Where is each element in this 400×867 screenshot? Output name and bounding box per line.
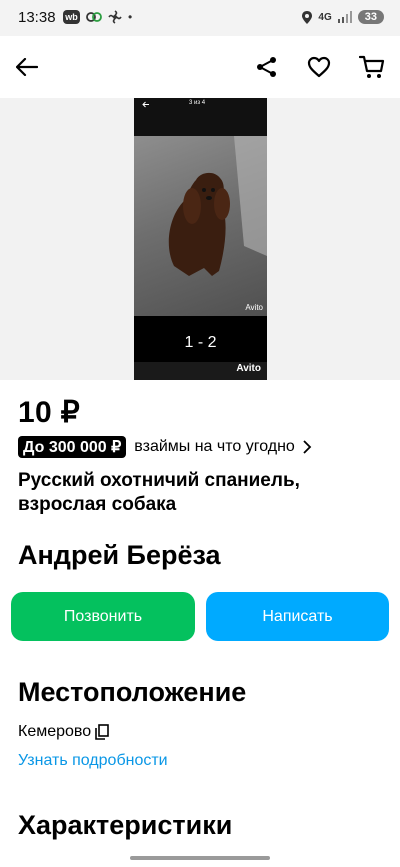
notification-icons: wb • bbox=[63, 10, 132, 24]
photo-page-indicator: 3 из 4 bbox=[189, 100, 206, 106]
dog-image bbox=[168, 136, 267, 276]
dog-photo: Avito bbox=[134, 136, 267, 316]
back-button[interactable] bbox=[12, 52, 42, 82]
location-more-link[interactable]: Узнать подробности bbox=[18, 752, 168, 770]
arrow-left-icon bbox=[16, 58, 38, 76]
avito-watermark: Avito bbox=[236, 363, 261, 374]
status-dot: • bbox=[128, 10, 133, 24]
status-bar: 13:38 wb • 4G 33 bbox=[0, 0, 400, 36]
home-indicator[interactable] bbox=[130, 856, 270, 860]
battery-indicator: 33 bbox=[357, 10, 384, 24]
top-app-bar bbox=[0, 36, 400, 98]
heart-icon bbox=[307, 56, 331, 78]
location-heading: Местоположение bbox=[18, 677, 247, 707]
characteristics-heading: Характеристики bbox=[18, 810, 233, 840]
photo-counter: 1 - 2 bbox=[184, 334, 217, 351]
share-button[interactable] bbox=[252, 52, 282, 82]
location-city-row: Кемерово bbox=[18, 723, 109, 741]
loan-amount-badge: До 300 000 ₽ bbox=[18, 436, 127, 458]
favorite-button[interactable] bbox=[304, 52, 334, 82]
copy-icon[interactable] bbox=[95, 724, 109, 740]
location-city: Кемерово bbox=[18, 723, 92, 740]
status-time: 13:38 bbox=[18, 9, 56, 26]
location-icon bbox=[302, 10, 313, 24]
fan-icon bbox=[108, 10, 122, 24]
listing-photo[interactable]: 3 из 4 Avito 1 - 2 Avito bbox=[134, 98, 267, 380]
write-button[interactable]: Написать bbox=[206, 592, 389, 641]
system-icons: 4G 33 bbox=[302, 10, 384, 24]
photo-gallery[interactable]: 3 из 4 Avito 1 - 2 Avito bbox=[0, 98, 400, 380]
listing-price: 10 ₽ bbox=[18, 396, 80, 429]
listing-title: Русский охотничий спаниель, взрослая соб… bbox=[18, 470, 300, 515]
chevron-right-icon bbox=[303, 440, 312, 454]
photo-bottom-bar: Avito bbox=[134, 362, 267, 380]
network-type: 4G bbox=[318, 11, 332, 23]
signal-icon bbox=[337, 11, 352, 23]
seller-name[interactable]: Андрей Берёза bbox=[18, 540, 221, 571]
call-button[interactable]: Позвонить bbox=[11, 592, 195, 641]
loan-promo-text: взаймы на что угодно bbox=[134, 438, 295, 455]
cart-icon bbox=[359, 55, 385, 78]
loan-promo-link[interactable]: До 300 000 ₽ взаймы на что угодно bbox=[18, 436, 312, 458]
cart-button[interactable] bbox=[357, 52, 387, 82]
share-icon bbox=[257, 57, 276, 77]
photo-top-bar: 3 из 4 bbox=[134, 98, 267, 136]
sync-icon bbox=[86, 12, 102, 22]
photo-watermark: Avito bbox=[245, 303, 263, 312]
wb-app-icon: wb bbox=[63, 10, 80, 24]
arrow-left-icon bbox=[142, 101, 149, 108]
